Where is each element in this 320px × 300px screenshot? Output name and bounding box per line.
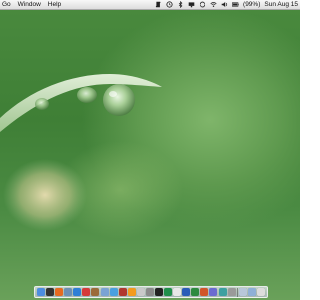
volume-icon[interactable] xyxy=(221,1,228,8)
menu-go[interactable]: Go xyxy=(2,1,11,8)
script-icon[interactable] xyxy=(155,1,162,8)
wallpaper-image xyxy=(0,74,162,231)
battery-percent: (99%) xyxy=(243,1,261,8)
timemachine-icon[interactable] xyxy=(166,1,173,8)
firefox-icon[interactable] xyxy=(55,288,64,296)
menu-window[interactable]: Window xyxy=(18,1,41,8)
sync-icon[interactable] xyxy=(199,1,206,8)
iphoto-icon[interactable] xyxy=(100,288,109,296)
addressbook-icon[interactable] xyxy=(91,288,100,296)
downloads-stack-icon[interactable] xyxy=(247,288,256,296)
battery-icon[interactable] xyxy=(232,1,239,8)
app-icon-21[interactable] xyxy=(218,288,227,296)
terminal-icon[interactable] xyxy=(155,288,164,296)
app-icon-22[interactable] xyxy=(227,288,236,296)
bluetooth-icon[interactable] xyxy=(177,1,184,8)
wifi-icon[interactable] xyxy=(210,1,217,8)
menu-bar-left: Go Window Help xyxy=(2,1,61,8)
vlc-icon[interactable] xyxy=(127,288,136,296)
powerpoint-icon[interactable] xyxy=(200,288,209,296)
preview-icon[interactable] xyxy=(136,288,145,296)
display-icon[interactable] xyxy=(188,1,195,8)
photobooth-icon[interactable] xyxy=(118,288,127,296)
menu-bar-status: (99%) Sun Aug 15 xyxy=(155,1,298,8)
systemprefs-icon[interactable] xyxy=(145,288,154,296)
activity-monitor-icon[interactable] xyxy=(164,288,173,296)
word-icon[interactable] xyxy=(182,288,191,296)
dock-separator xyxy=(236,287,238,297)
menu-clock[interactable]: Sun Aug 15 xyxy=(264,1,298,8)
menu-bar: Go Window Help (99%) Sun Aug 15 xyxy=(0,0,300,10)
documents-stack-icon[interactable] xyxy=(238,288,247,296)
ical-icon[interactable] xyxy=(82,288,91,296)
mail-icon[interactable] xyxy=(64,288,73,296)
trash-icon[interactable] xyxy=(256,288,265,296)
itunes-icon[interactable] xyxy=(109,288,118,296)
safari-icon[interactable] xyxy=(73,288,82,296)
textedit-icon[interactable] xyxy=(173,288,182,296)
excel-icon[interactable] xyxy=(191,288,200,296)
desktop: Go Window Help (99%) Sun Aug 15 xyxy=(0,0,300,300)
finder-icon[interactable] xyxy=(37,288,45,296)
app-icon-20[interactable] xyxy=(209,288,218,296)
dashboard-icon[interactable] xyxy=(46,288,55,296)
dock xyxy=(34,286,268,298)
menu-help[interactable]: Help xyxy=(48,1,61,8)
